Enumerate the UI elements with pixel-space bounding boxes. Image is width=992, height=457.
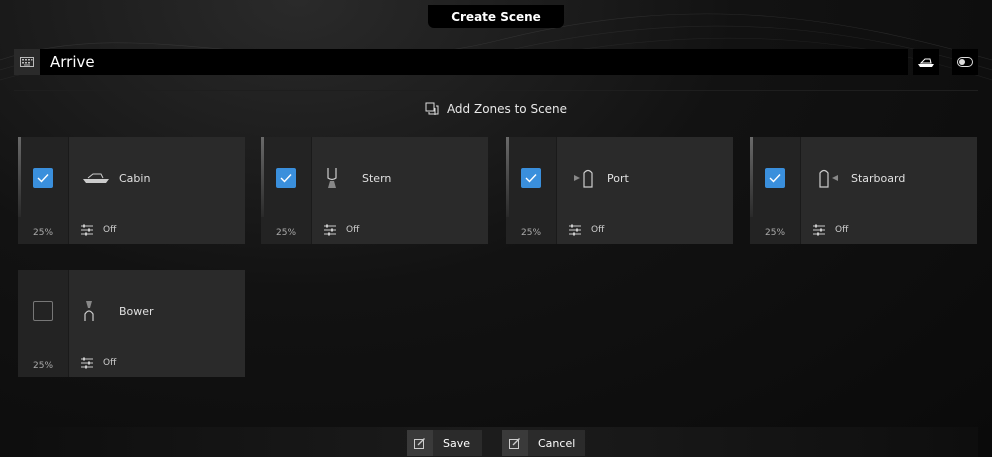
check-icon <box>525 174 537 183</box>
cancel-label: Cancel <box>538 436 576 450</box>
sliders-icon[interactable] <box>80 357 94 369</box>
starboard-light-icon <box>813 167 843 189</box>
save-button[interactable]: Save <box>407 430 482 456</box>
zone-card-starboard[interactable]: 25% Starboard Off <box>750 137 977 244</box>
toggle-icon <box>957 57 973 67</box>
zone-card-cabin[interactable]: 25% Cabin Off <box>18 137 245 244</box>
zone-name: Bower <box>119 305 154 318</box>
zone-state: Off <box>346 225 360 235</box>
check-icon <box>769 174 781 183</box>
scene-name-bar[interactable]: Arrive <box>14 49 908 75</box>
port-light-icon <box>569 167 599 189</box>
divider <box>14 90 978 91</box>
save-label: Save <box>443 436 471 450</box>
zone-state: Off <box>103 358 117 368</box>
cancel-button[interactable]: Cancel <box>502 430 585 456</box>
keyboard-icon[interactable] <box>14 49 40 75</box>
zone-name: Starboard <box>851 172 906 185</box>
zone-name: Cabin <box>119 172 151 185</box>
zone-checkbox[interactable] <box>521 168 541 188</box>
zone-percent: 25% <box>33 361 54 371</box>
zone-checkbox[interactable] <box>33 301 53 321</box>
zone-checkbox[interactable] <box>276 168 296 188</box>
page-title: Create Scene <box>428 5 564 28</box>
zone-state: Off <box>103 225 117 235</box>
zone-state: Off <box>835 225 849 235</box>
scene-name-input[interactable]: Arrive <box>50 53 95 71</box>
zone-checkbox[interactable] <box>33 168 53 188</box>
zone-percent: 25% <box>276 228 297 238</box>
sliders-icon[interactable] <box>812 224 826 236</box>
zone-card-bower[interactable]: 25% Bower Off <box>18 270 245 377</box>
add-zones-header: Add Zones to Scene <box>0 100 992 118</box>
add-zones-label: Add Zones to Scene <box>446 102 568 116</box>
zone-card-stern[interactable]: 25% Stern Off <box>261 137 488 244</box>
stern-light-icon <box>317 167 347 189</box>
zone-name: Stern <box>362 172 392 185</box>
sliders-icon[interactable] <box>568 224 582 236</box>
edit-icon <box>502 430 528 456</box>
zone-card-port[interactable]: 25% Port Off <box>506 137 733 244</box>
zone-checkbox[interactable] <box>765 168 785 188</box>
zone-state: Off <box>591 225 605 235</box>
toggle-button[interactable] <box>952 49 978 75</box>
check-icon <box>37 174 49 183</box>
zone-name: Port <box>607 172 629 185</box>
sliders-icon[interactable] <box>80 224 94 236</box>
zone-percent: 25% <box>521 228 542 238</box>
zone-percent: 25% <box>765 228 786 238</box>
edit-icon <box>407 430 433 456</box>
sliders-icon[interactable] <box>323 224 337 236</box>
boat-icon <box>81 167 111 189</box>
boat-icon <box>918 58 934 67</box>
footer-bar <box>14 427 978 457</box>
zone-percent: 25% <box>33 228 54 238</box>
boat-view-button[interactable] <box>913 49 939 75</box>
bow-light-icon <box>74 300 104 322</box>
check-icon <box>280 174 292 183</box>
layers-icon <box>425 102 439 116</box>
